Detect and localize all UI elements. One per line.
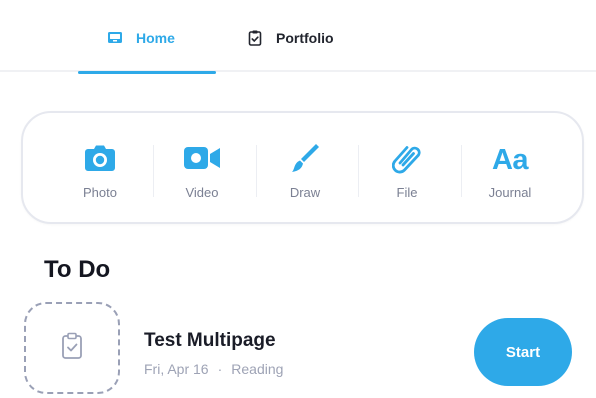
draw-label: Draw [289,185,321,200]
tab-portfolio-label: Portfolio [276,30,334,46]
tab-home[interactable]: Home [78,28,216,74]
photo-button[interactable]: Photo [60,143,140,209]
paintbrush-icon [290,142,320,179]
meta-separator: · [217,361,223,377]
app-screen: Home Portfolio Photo Video Draw File Aa … [0,0,596,398]
start-button[interactable]: Start [474,318,572,386]
todo-heading: To Do [44,256,111,283]
tab-portfolio[interactable]: Portfolio [246,28,334,72]
top-tab-bar: Home Portfolio [0,0,596,74]
file-button[interactable]: File [367,143,447,209]
task-date: Fri, Apr 16 [144,361,209,377]
photo-label: Photo [83,185,117,200]
paperclip-icon [391,142,422,179]
divider [358,145,359,197]
task-category: Reading [231,361,284,377]
video-label: Video [185,185,219,200]
journal-aa-icon: Aa [491,144,529,176]
clipboard-check-icon [246,29,264,47]
journal-label: Journal [488,185,532,200]
camera-icon [84,144,116,177]
file-label: File [396,185,418,200]
journal-button[interactable]: Aa Journal [470,143,550,209]
divider [153,145,154,197]
draw-button[interactable]: Draw [265,143,345,209]
tab-home-label: Home [136,30,175,46]
task-row[interactable]: Test Multipage Fri, Apr 16 · Reading Start [24,302,584,396]
task-title: Test Multipage [144,330,276,351]
video-button[interactable]: Video [162,143,242,209]
divider [256,145,257,197]
task-meta: Fri, Apr 16 · Reading [144,360,283,378]
quick-actions-card: Photo Video Draw File Aa Journal [21,111,584,224]
divider [461,145,462,197]
home-tray-icon [106,29,124,47]
video-camera-icon [183,145,221,176]
clipboard-check-icon [60,332,84,365]
task-thumbnail [24,302,120,394]
